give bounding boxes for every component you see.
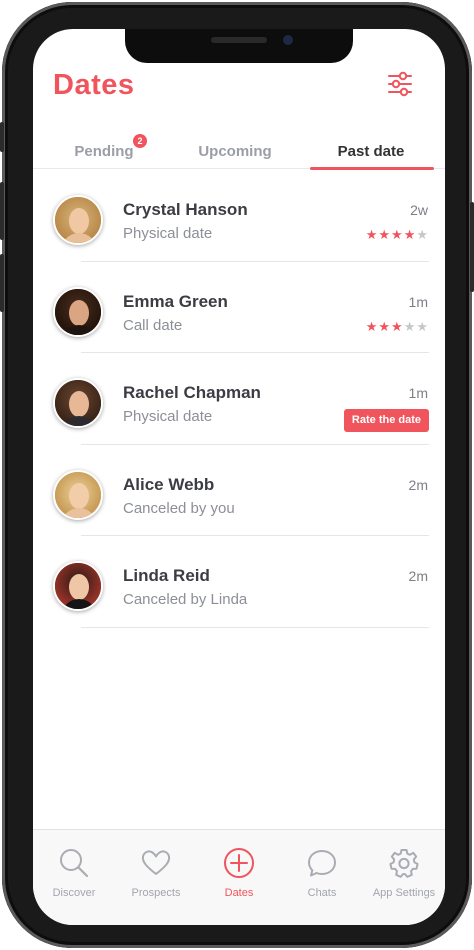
nav-prospects[interactable]: Prospects [115, 846, 197, 899]
date-type: Canceled by Linda [123, 591, 248, 608]
app-screen: Dates Pending Upcoming Past date 2 Cryst… [33, 29, 445, 925]
avatar [53, 561, 103, 611]
avatar [53, 195, 103, 245]
phone-frame: Dates Pending Upcoming Past date 2 Cryst… [0, 2, 474, 948]
date-type: Canceled by you [123, 499, 235, 517]
star-filled-icon: ★ [365, 318, 379, 334]
elapsed-time: 2w [410, 202, 428, 218]
star-filled-icon: ★ [378, 227, 392, 242]
tab-past-date[interactable]: Past date [323, 143, 419, 160]
nav-label: Dates [224, 887, 254, 899]
sliders-icon [388, 71, 412, 97]
filter-button[interactable] [385, 71, 415, 97]
date-type: Physical date [123, 408, 213, 425]
nav-label: Prospects [131, 887, 181, 899]
date-row-emma-green[interactable]: Emma Green Call date 1m ★★★★★ [33, 262, 445, 353]
star-empty-icon: ★ [416, 227, 429, 242]
tab-upcoming[interactable]: Upcoming [193, 143, 277, 160]
nav-label: Discover [52, 887, 96, 899]
nav-chats[interactable]: Chats [281, 846, 363, 899]
star-filled-icon: ★ [365, 227, 379, 242]
bottom-tab-bar: Discover Prospects Dates Chats App Setti… [33, 829, 445, 925]
star-filled-icon: ★ [403, 227, 417, 242]
rate-the-date-button[interactable]: Rate the date [343, 409, 429, 432]
date-row-alice-webb[interactable]: Alice Webb Canceled by you 2m [33, 445, 445, 536]
elapsed-time: 1m [408, 293, 428, 310]
volume-down-button [0, 254, 4, 312]
power-button [470, 202, 474, 292]
elapsed-time: 2m [408, 568, 428, 584]
nav-app-settings[interactable]: App Settings [363, 846, 445, 899]
gear-icon [389, 849, 419, 878]
star-filled-icon: ★ [391, 227, 404, 242]
star-rating: ★★★★★ [366, 319, 429, 335]
search-icon [60, 849, 89, 878]
elapsed-time: 1m [408, 385, 428, 401]
date-type: Call date [123, 316, 183, 334]
star-filled-icon: ★ [378, 318, 392, 334]
avatar [53, 378, 103, 428]
volume-up-button [0, 182, 4, 240]
plus-circle-icon [224, 848, 254, 878]
avatar [53, 469, 103, 520]
date-tabs: Pending Upcoming Past date [33, 137, 445, 170]
contact-name: Emma Green [123, 291, 228, 311]
contact-name: Crystal Hanson [123, 200, 248, 219]
front-camera [283, 35, 293, 45]
avatar [53, 286, 103, 337]
heart-icon [141, 850, 171, 875]
tab-pending[interactable]: Pending [69, 143, 139, 160]
page-title: Dates [53, 69, 135, 101]
nav-dates[interactable]: Dates [198, 846, 280, 899]
divider [81, 626, 429, 628]
notch [125, 29, 353, 63]
star-filled-icon: ★ [391, 318, 404, 334]
dates-list: Crystal Hanson Physical date 2w ★★★★★ Em… [33, 170, 445, 628]
mute-switch [0, 122, 4, 152]
date-row-linda-reid[interactable]: Linda Reid Canceled by Linda 2m [33, 536, 445, 628]
nav-discover[interactable]: Discover [33, 846, 115, 899]
nav-label: App Settings [372, 887, 436, 899]
chat-bubble-icon [308, 850, 336, 877]
elapsed-time: 2m [408, 476, 428, 493]
star-empty-icon: ★ [403, 318, 417, 334]
contact-name: Alice Webb [123, 474, 215, 494]
speaker-grille [211, 37, 267, 43]
contact-name: Rachel Chapman [123, 383, 261, 402]
date-type: Physical date [123, 225, 213, 242]
nav-label: Chats [307, 887, 337, 899]
pending-count-badge: 2 [133, 134, 147, 148]
star-empty-icon: ★ [416, 318, 429, 334]
contact-name: Linda Reid [123, 566, 210, 585]
star-rating: ★★★★★ [366, 227, 429, 243]
date-row-crystal-hanson[interactable]: Crystal Hanson Physical date 2w ★★★★★ [33, 170, 445, 262]
date-row-rachel-chapman[interactable]: Rachel Chapman Physical date 1m Rate the… [33, 353, 445, 445]
